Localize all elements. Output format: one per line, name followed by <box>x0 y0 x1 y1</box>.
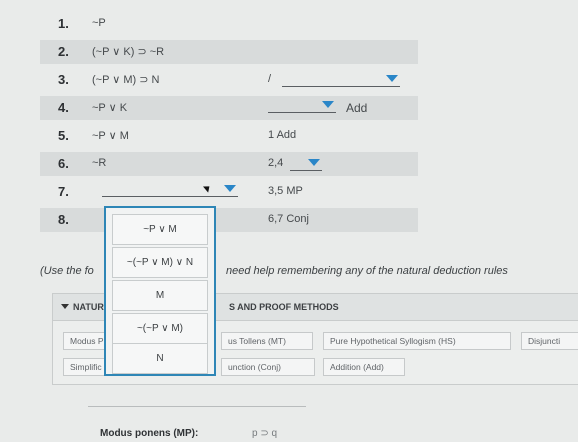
proof-row-4: 4. ~P ∨ K Add <box>40 96 418 120</box>
justification-lines-select[interactable] <box>268 98 336 113</box>
statement-select[interactable] <box>102 182 238 197</box>
conclusion-slash: / <box>268 73 272 85</box>
rule-label: Add <box>346 101 368 115</box>
proof-row-5: 5. ~P ∨ M 1 Add <box>40 124 418 148</box>
justification-lines: 2,4 <box>268 157 284 169</box>
divider <box>88 406 306 407</box>
statement: ~R <box>92 157 107 169</box>
rule-definition-value: p ⊃ q <box>252 428 278 439</box>
dropdown-option[interactable]: N <box>112 343 208 374</box>
line-number: 3. <box>58 72 69 87</box>
proof-row-2: 2. (~P ∨ K) ⊃ ~R <box>40 40 418 64</box>
proof-row-6: 6. ~R 2,4 <box>40 152 418 176</box>
instructions-right: need help remembering any of the natural… <box>226 265 508 277</box>
line-number: 5. <box>58 128 69 143</box>
chevron-down-icon <box>322 101 334 108</box>
collapse-triangle-icon <box>61 304 69 309</box>
dropdown-option[interactable]: ~(~P ∨ M) <box>112 313 208 344</box>
instructions-left: (Use the fo <box>40 265 94 277</box>
rule-button-modus-tollens[interactable]: us Tollens (MT) <box>221 332 313 350</box>
chevron-down-icon <box>386 75 398 82</box>
dropdown-option[interactable]: M <box>112 280 208 311</box>
line-number: 1. <box>58 16 69 31</box>
dropdown-option[interactable]: ~P ∨ M <box>112 214 208 245</box>
rule-button-addition[interactable]: Addition (Add) <box>323 358 405 376</box>
line-number: 4. <box>58 100 69 115</box>
dropdown-option[interactable]: ~(~P ∨ M) ∨ N <box>112 247 208 278</box>
chevron-down-icon <box>308 159 320 166</box>
rule-button-disjunctive[interactable]: Disjuncti <box>521 332 578 350</box>
justification: 6,7 Conj <box>268 213 309 225</box>
rule-select[interactable] <box>290 156 322 171</box>
line-number: 8. <box>58 212 69 227</box>
rule-button-hypothetical-syllogism[interactable]: Pure Hypothetical Syllogism (HS) <box>323 332 511 350</box>
conclusion-select[interactable] <box>282 72 400 87</box>
proof-row-1: 1. ~P <box>40 12 418 36</box>
proof-row-8: 8. 6,7 Conj <box>40 208 418 232</box>
justification: 3,5 MP <box>268 185 303 197</box>
line-number: 7. <box>58 184 69 199</box>
panel-title-right: S AND PROOF METHODS <box>229 302 339 312</box>
justification: 1 Add <box>268 129 297 141</box>
statement: (~P ∨ K) ⊃ ~R <box>92 46 165 58</box>
rule-definition-label: Modus ponens (MP): <box>100 428 199 439</box>
line-number: 2. <box>58 44 69 59</box>
proof-row-7: 7. 3,5 MP <box>40 180 418 204</box>
panel-title-left: NATUR <box>73 302 104 312</box>
statement: ~P ∨ K <box>92 102 128 114</box>
line-number: 6. <box>58 156 69 171</box>
statement: ~P ∨ M <box>92 130 129 142</box>
statement: ~P <box>92 17 106 29</box>
proof-row-3: 3. (~P ∨ M) ⊃ N / <box>40 68 418 92</box>
chevron-down-icon <box>224 185 236 192</box>
statement-dropdown-menu[interactable]: ~P ∨ M ~(~P ∨ M) ∨ N M ~(~P ∨ M) N <box>104 206 216 376</box>
rule-button-conjunction[interactable]: unction (Conj) <box>221 358 315 376</box>
statement: (~P ∨ M) ⊃ N <box>92 74 160 86</box>
